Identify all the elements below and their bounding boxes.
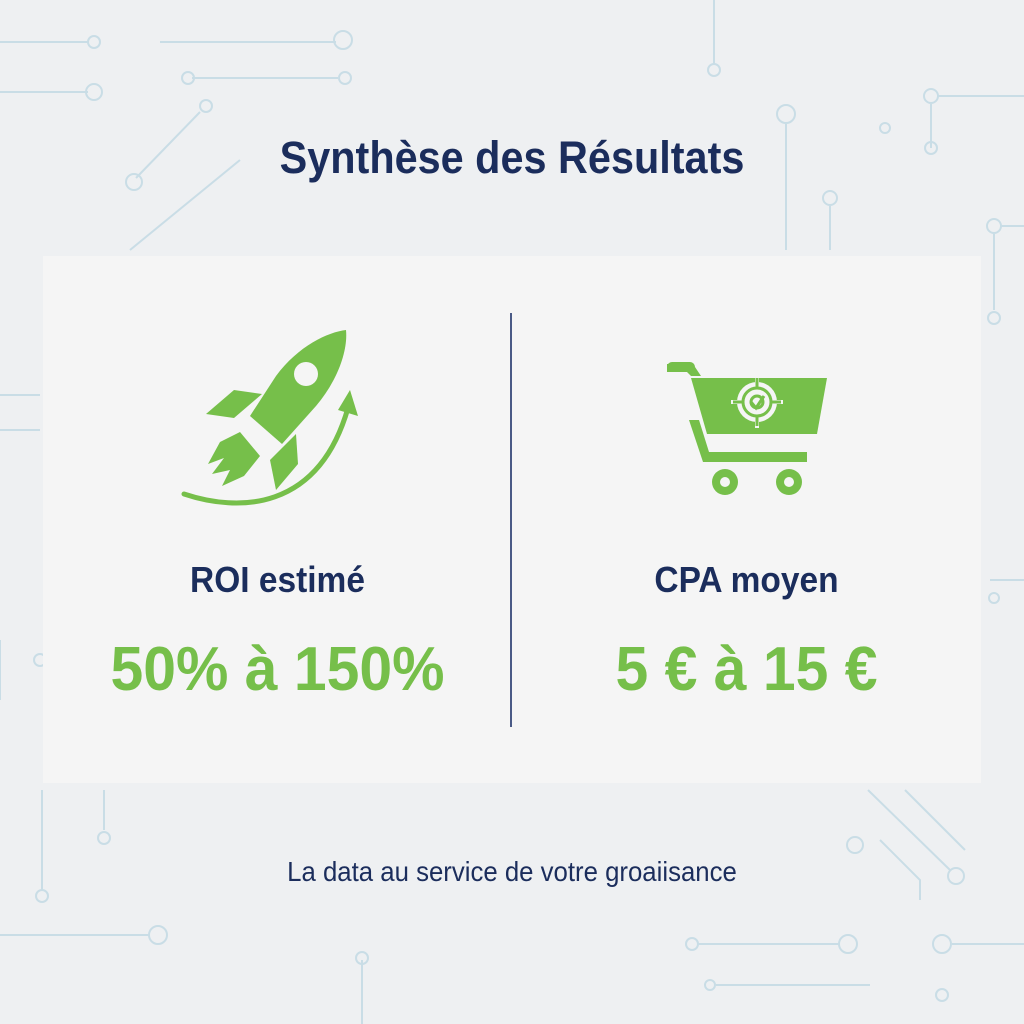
results-card: ROI estimé 50% à 150% CPA moyen 5 € à 15… — [43, 256, 981, 783]
cpa-label: CPA moyen — [654, 559, 839, 600]
rocket-icon — [43, 324, 512, 524]
cpa-value: 5 € à 15 € — [615, 635, 878, 704]
roi-label: ROI estimé — [190, 559, 365, 600]
roi-value: 50% à 150% — [110, 635, 445, 704]
roi-metric: ROI estimé 50% à 150% — [43, 256, 512, 783]
cpa-metric: CPA moyen 5 € à 15 € — [512, 256, 981, 783]
shopping-cart-target-icon — [512, 324, 981, 524]
tagline: La data au service de votre groaiisance — [287, 856, 737, 887]
page-title: Synthèse des Résultats — [279, 132, 745, 183]
